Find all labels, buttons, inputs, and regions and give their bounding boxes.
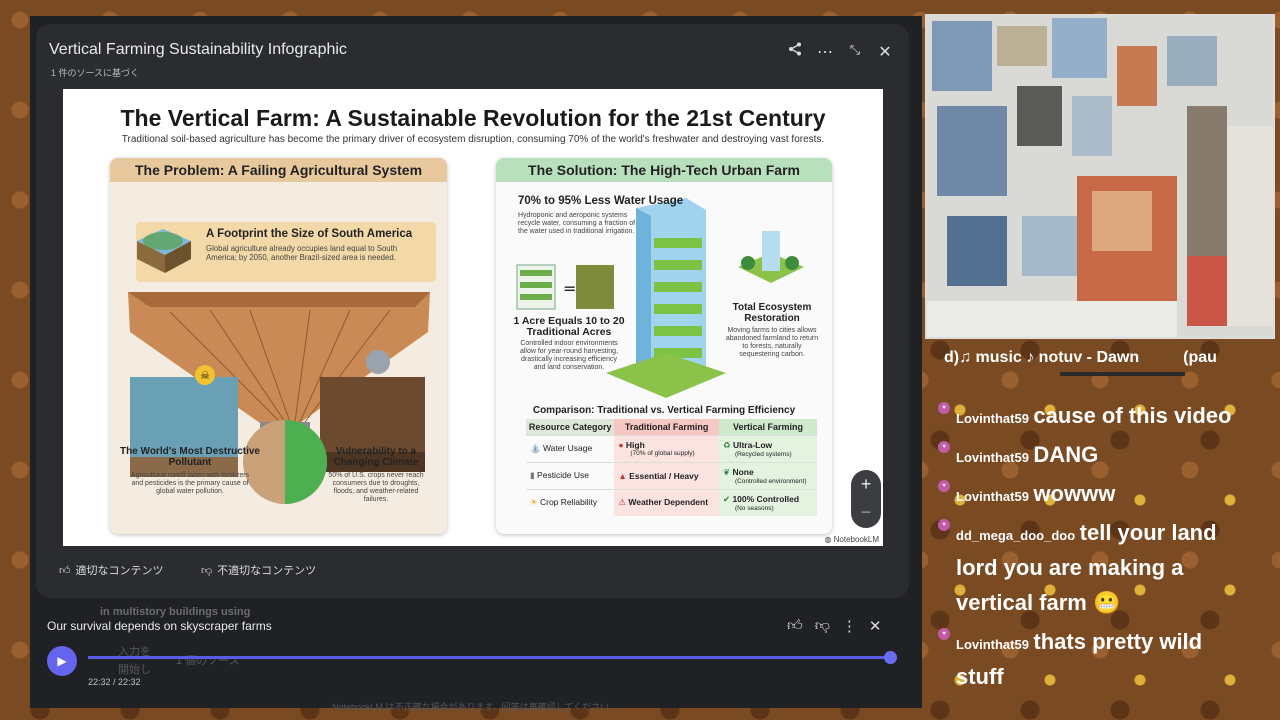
chat-message: ♥ dd_mega_doo_doo tell your land lord you… [938,517,1238,622]
now-playing: d)♫ music ♪ notuv - Dawn (pau [944,349,1217,366]
pollutant-text: Agricultural runoff laden with fertilize… [130,472,250,495]
player-toolbar: 👍︎ 👎︎ ⋮ ✕ [787,617,882,635]
table-cell-vertical: ♻ Ultra-Low (Recycled systems) [718,434,817,462]
table-cell-vertical: ✔ 100% Controlled (No seasons) [718,488,817,516]
table-header: Traditional Farming [614,419,719,435]
table-cell-category: ⛲ Water Usage [526,434,615,462]
more-icon[interactable]: ⋯ [817,42,833,62]
zoom-out-button[interactable]: − [851,499,881,528]
sub-badge-icon: ♥ [938,402,950,414]
eco-text: Moving farms to cities allows abandoned … [725,327,819,358]
table-row: ▮ Pesticide Use ▲ Essential / Heavy ❦ No… [526,461,817,489]
sub-badge-icon: ♥ [938,441,950,453]
ghost-text-line: in multistory buildings using [100,606,251,618]
problem-heading: The Problem: A Failing Agricultural Syst… [110,158,447,182]
thumbs-up-icon: 👍︎ [59,564,71,577]
comparison-title: Comparison: Traditional vs. Vertical Far… [532,405,796,416]
good-content-button[interactable]: 👍︎ 適切なコンテンツ [59,562,164,578]
solution-heading: The Solution: The High-Tech Urban Farm [496,158,832,182]
faucet-icon: ⛲ [530,443,543,453]
play-icon: ▶ [57,654,67,668]
solution-panel: The Solution: The High-Tech Urban Farm =… [496,158,832,534]
collapse-icon[interactable]: ⤡ [847,42,863,62]
chat-panel: ♥ Lovinthat59 cause of this video ♥ Lovint… [938,400,1238,700]
webcam-image [927,16,1273,337]
ghost-source-count: 1 個のソース [176,655,240,667]
table-header: Resource Category [526,419,615,435]
footprint-text: Global agriculture already occupies land… [206,244,398,262]
disclaimer-text: NotebookLM は不正確な場合があります。回答は再確認してください。 [332,702,619,712]
fire-icon: ▲ [618,470,630,481]
thumbs-up-icon[interactable]: 👍︎ [787,617,803,635]
modal-source-count: 1 件のソースに基づく [51,68,140,78]
svg-text:=: = [563,279,576,298]
audio-title: Our survival depends on skyscraper farms [47,619,272,633]
warning-icon: ⚠ [618,497,629,508]
city-forest-icon [738,231,804,283]
modal-title: Vertical Farming Sustainability Infograp… [49,41,347,58]
zoom-control: + − [851,470,881,528]
sun-cloud-icon: ☀ [530,497,540,508]
more-vert-icon[interactable]: ⋮ [842,617,857,635]
progress-handle[interactable] [884,651,897,664]
chat-message: ♥ Lovinthat59 wowww [938,478,1238,513]
notebooklm-watermark: ◍ NotebookLM [824,535,879,544]
modal-toolbar: ⋯ ⤡ ✕ [787,42,893,62]
table-header: Vertical Farming [718,419,817,435]
check-icon: ✔ [722,493,733,504]
table-cell-traditional: ⚠ Weather Dependent [614,488,719,516]
chat-message: ♥ Lovinthat59 DANG [938,439,1238,474]
pollutant-title: The World's Most Destructive Pollutant [120,446,260,468]
infographic-title: The Vertical Farm: A Sustainable Revolut… [120,105,826,131]
table-row: ⛲ Water Usage ● High (70% of global suppl… [526,434,817,462]
zoom-in-button[interactable]: + [851,470,881,499]
acre-title: 1 Acre Equals 10 to 20 Traditional Acres [513,315,625,338]
playback-time: 22:32 / 22:32 [88,677,141,687]
recycle-icon: ♻ [722,439,733,450]
close-icon[interactable]: ✕ [877,42,893,62]
leaf-icon: ❦ [722,466,733,477]
acre-equals-icon: = [516,264,614,310]
acre-text: Controlled indoor environments allow for… [519,340,619,371]
play-button[interactable]: ▶ [47,646,77,676]
thumbs-down-icon: 👎︎ [201,564,213,577]
chat-message: ♥ Lovinthat59 cause of this video [938,400,1238,435]
sub-badge-icon: ♥ [938,480,950,492]
table-cell-traditional: ▲ Essential / Heavy [614,461,719,489]
water-text: Hydroponic and aeroponic systems recycle… [518,212,636,235]
infographic-subtitle: Traditional soil-based agriculture has b… [121,134,825,145]
chat-message: ♥ Lovinthat59 thats pretty wild stuff [938,626,1238,696]
table-cell-traditional: ● High (70% of global supply) [614,434,719,462]
spray-icon: ▮ [530,470,538,480]
infographic-image: The Vertical Farm: A Sustainable Revolut… [63,89,883,546]
eco-title: Total Ecosystem Restoration [732,302,812,324]
table-cell-vertical: ❦ None (Controlled environment) [718,461,817,489]
webcam-feed [925,14,1275,339]
comparison-table: Resource Category Traditional Farming Ve… [526,419,817,516]
table-cell-category: ▮ Pesticide Use [526,461,615,489]
table-row: ☀ Crop Reliability ⚠ Weather Dependent ✔… [526,488,817,516]
problem-panel: The Problem: A Failing Agricultural Syst… [110,158,447,534]
table-cell-category: ☀ Crop Reliability [526,488,615,516]
water-title: 70% to 95% Less Water Usage [518,195,684,207]
globe-icon [137,229,191,273]
now-playing-divider [1060,372,1185,376]
climate-title: Vulnerability to a Changing Climate [333,446,419,468]
sub-badge-icon: ♥ [938,519,950,531]
progress-bar[interactable] [88,656,890,659]
share-icon[interactable] [787,42,803,62]
thumbs-down-icon[interactable]: 👎︎ [815,617,830,635]
svg-text:☠: ☠ [200,369,210,382]
bad-content-button[interactable]: 👎︎ 不適切なコンテンツ [201,562,316,578]
climate-text: 50% of U.S. crops never reach consumers … [328,472,424,503]
footprint-title: A Footprint the Size of South America [206,228,413,240]
close-icon[interactable]: ✕ [869,617,882,635]
ghost-text-start: 開始し [118,664,151,676]
infographic-modal: Vertical Farming Sustainability Infograp… [36,24,909,598]
sub-badge-icon: ♥ [938,628,950,640]
drop-icon: ● [618,440,626,450]
